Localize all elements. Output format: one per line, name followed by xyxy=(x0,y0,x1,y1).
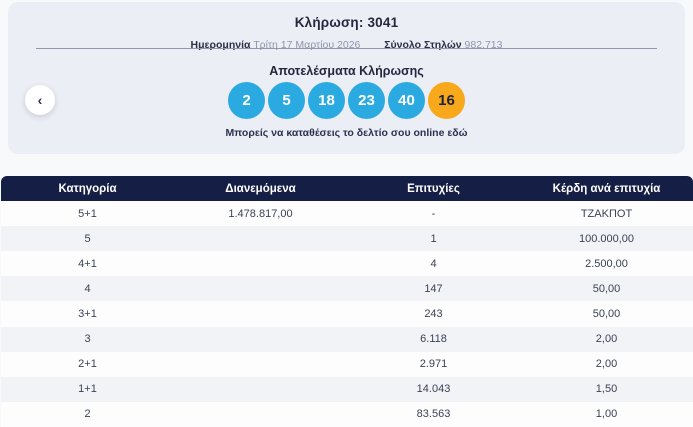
table-row: 3 6.118 2,00 xyxy=(1,327,693,352)
prize-cell: 100.000,00 xyxy=(520,226,693,251)
distributed-cell xyxy=(174,301,347,326)
winners-cell: - xyxy=(347,201,520,226)
table-row: 2 83.563 1,00 xyxy=(1,402,693,427)
distributed-cell xyxy=(174,276,347,301)
category-cell: 4 xyxy=(1,276,174,301)
table-row: 5+1 1.478.817,00 - ΤΖΑΚΠΟΤ xyxy=(1,201,693,226)
column-header-category: Κατηγορία xyxy=(1,176,174,201)
winners-cell: 243 xyxy=(347,301,520,326)
lottery-ball: 40 xyxy=(388,82,425,119)
distributed-cell xyxy=(174,226,347,251)
lottery-ball: 5 xyxy=(268,82,305,119)
columns-total-label: Σύνολο Στηλών xyxy=(384,39,461,51)
header-divider xyxy=(36,48,657,49)
winners-cell: 1 xyxy=(347,226,520,251)
prize-cell: ΤΖΑΚΠΟΤ xyxy=(520,201,693,226)
prize-cell: 50,00 xyxy=(520,301,693,326)
column-header-prize-per-win: Κέρδη ανά επιτυχία xyxy=(520,176,693,201)
table-row: 3+1 243 50,00 xyxy=(1,301,693,326)
drawn-numbers: 2 5 18 23 40 16 xyxy=(8,82,685,119)
table-row: 2+1 2.971 2,00 xyxy=(1,352,693,377)
distributed-cell xyxy=(174,352,347,377)
draw-meta: Ημερομηνία Τρίτη 17 Μαρτίου 2026 Σύνολο … xyxy=(8,39,685,51)
table-header-row: Κατηγορία Διανεμόμενα Επιτυχίες Κέρδη αν… xyxy=(1,176,693,201)
draw-info-card: Κλήρωση: 3041 Ημερομηνία Τρίτη 17 Μαρτίο… xyxy=(8,2,685,154)
table-row: 5 1 100.000,00 xyxy=(1,226,693,251)
prize-cell: 2,00 xyxy=(520,352,693,377)
category-cell: 2+1 xyxy=(1,352,174,377)
distributed-cell: 1.478.817,00 xyxy=(174,201,347,226)
lottery-ball: 18 xyxy=(308,82,345,119)
column-header-winners: Επιτυχίες xyxy=(347,176,520,201)
winners-cell: 6.118 xyxy=(347,327,520,352)
previous-draw-button[interactable]: ‹ xyxy=(25,85,55,115)
category-cell: 3 xyxy=(1,327,174,352)
distributed-cell xyxy=(174,377,347,402)
distributed-cell xyxy=(174,402,347,427)
winners-cell: 2.971 xyxy=(347,352,520,377)
category-cell: 3+1 xyxy=(1,301,174,326)
table-row: 1+1 14.043 1,50 xyxy=(1,377,693,402)
prize-cell: 50,00 xyxy=(520,276,693,301)
joker-ball: 16 xyxy=(428,82,465,119)
chevron-left-icon: ‹ xyxy=(38,93,43,107)
deposit-online-link[interactable]: Μπορείς να καταθέσεις το δελτίο σου onli… xyxy=(8,127,685,139)
results-title: Αποτελέσματα Κλήρωσης xyxy=(8,64,685,78)
table-row: 4+1 4 2.500,00 xyxy=(1,251,693,276)
prize-cell: 1,00 xyxy=(520,402,693,427)
table-row: 4 147 50,00 xyxy=(1,276,693,301)
distributed-cell xyxy=(174,327,347,352)
draw-title: Κλήρωση: 3041 xyxy=(8,2,685,30)
winners-cell: 4 xyxy=(347,251,520,276)
category-cell: 4+1 xyxy=(1,251,174,276)
lottery-ball: 23 xyxy=(348,82,385,119)
winners-cell: 83.563 xyxy=(347,402,520,427)
category-cell: 2 xyxy=(1,402,174,427)
column-header-distributed: Διανεμόμενα xyxy=(174,176,347,201)
lottery-ball: 2 xyxy=(228,82,265,119)
date-value: Τρίτη 17 Μαρτίου 2026 xyxy=(253,39,360,51)
prize-cell: 1,50 xyxy=(520,377,693,402)
prize-cell: 2,00 xyxy=(520,327,693,352)
category-cell: 5 xyxy=(1,226,174,251)
date-label: Ημερομηνία xyxy=(191,39,251,51)
winnings-table: Κατηγορία Διανεμόμενα Επιτυχίες Κέρδη αν… xyxy=(1,176,693,427)
category-cell: 5+1 xyxy=(1,201,174,226)
distributed-cell xyxy=(174,251,347,276)
category-cell: 1+1 xyxy=(1,377,174,402)
prize-cell: 2.500,00 xyxy=(520,251,693,276)
winners-cell: 147 xyxy=(347,276,520,301)
winners-cell: 14.043 xyxy=(347,377,520,402)
columns-total-value: 982.713 xyxy=(465,39,503,51)
